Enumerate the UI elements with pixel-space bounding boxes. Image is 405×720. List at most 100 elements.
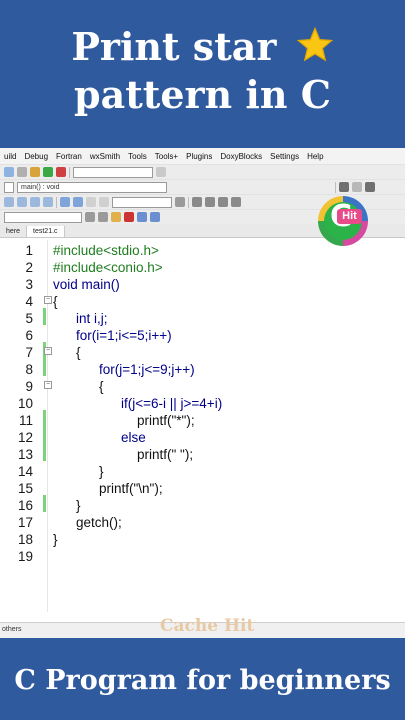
pen-icon[interactable]	[124, 212, 134, 222]
search-combo[interactable]	[112, 196, 172, 208]
line-number: 9	[25, 379, 33, 394]
select-icon[interactable]	[30, 197, 40, 207]
menu-item-settings[interactable]: Settings	[266, 152, 303, 161]
code-line: 2 #include<conio.h>	[0, 259, 405, 276]
code-text: {	[76, 345, 81, 360]
target-options-icon[interactable]	[156, 167, 166, 177]
code-text: getch();	[76, 515, 122, 530]
search-zoom-icon[interactable]	[60, 197, 70, 207]
caption-text: C Program for beginners	[14, 665, 391, 696]
code-completion-toolbar: main() : void	[0, 179, 405, 194]
code-line: 4 {	[0, 293, 405, 310]
code-line: 15 printf("\n");	[0, 480, 405, 497]
logo-badge: Hit	[337, 209, 362, 224]
code-text: {	[53, 294, 58, 309]
code-text: #include<stdio.h>	[53, 243, 159, 258]
menu-item-help[interactable]: Help	[303, 152, 327, 161]
status-text: others	[2, 626, 22, 633]
title-line-2: pattern in C	[74, 72, 331, 117]
tab-here[interactable]: here	[0, 226, 28, 237]
debug-stop-icon[interactable]	[231, 197, 241, 207]
jump-stop-icon[interactable]	[352, 182, 362, 192]
highlight-icon[interactable]	[111, 212, 121, 222]
scope-arrow[interactable]	[4, 181, 14, 193]
code-text: for(j=1;j<=9;j++)	[99, 362, 195, 377]
menu-item-tools[interactable]: Tools	[124, 152, 151, 161]
line-number: 11	[18, 413, 33, 428]
star-icon	[296, 26, 333, 62]
menu-item-doxyblocks[interactable]: DoxyBlocks	[216, 152, 266, 161]
code-line: 3 void main()	[0, 276, 405, 293]
title-line-1: Print star	[71, 23, 333, 71]
symbol-combo[interactable]	[4, 211, 82, 223]
find-icon[interactable]	[17, 167, 27, 177]
replace-icon[interactable]	[43, 197, 53, 207]
toolbar-separator	[335, 181, 336, 193]
code-editor[interactable]: − − − 1 #include<stdio.h> 2 #include<con…	[0, 240, 405, 612]
menu-item-build[interactable]: uild	[0, 152, 20, 161]
debug-step-icon[interactable]	[205, 197, 215, 207]
c-format-icon[interactable]	[99, 197, 109, 207]
line-number: 17	[17, 515, 33, 530]
settings-icon[interactable]	[30, 167, 40, 177]
channel-logo: C Hit	[318, 196, 368, 246]
menu-item-tools-plus[interactable]: Tools+	[151, 152, 182, 161]
search-zoom-out-icon[interactable]	[73, 197, 83, 207]
caption-banner: C Program for beginners	[0, 641, 405, 720]
line-number: 3	[25, 277, 33, 292]
code-line: 19	[0, 548, 405, 565]
code-line: 12 else	[0, 429, 405, 446]
tab-test21[interactable]: test21.c	[27, 226, 65, 237]
debug-next-icon[interactable]	[218, 197, 228, 207]
menu-item-wxsmith[interactable]: wxSmith	[86, 152, 124, 161]
zoom-out-icon[interactable]	[17, 197, 27, 207]
line-number: 4	[25, 294, 33, 309]
zoom-in-icon[interactable]	[4, 197, 14, 207]
line-number: 18	[17, 532, 33, 547]
abort-icon[interactable]	[56, 167, 66, 177]
code-text: printf("*");	[137, 413, 195, 428]
code-line: 11 printf("*");	[0, 412, 405, 429]
jump-back-icon[interactable]	[339, 182, 349, 192]
code-line: 7 {	[0, 344, 405, 361]
back-icon[interactable]	[85, 212, 95, 222]
line-number: 15	[17, 481, 33, 496]
code-text: if(j<=6-i || j>=4+i)	[121, 396, 223, 411]
code-line: 18 }	[0, 531, 405, 548]
open-icon[interactable]	[4, 167, 14, 177]
toolbar-separator	[56, 196, 57, 208]
code-text: {	[99, 379, 104, 394]
abc-icon[interactable]	[137, 212, 147, 222]
forward-icon[interactable]	[98, 212, 108, 222]
code-text: }	[76, 498, 81, 513]
code-line: 10 if(j<=6-i || j>=4+i)	[0, 395, 405, 412]
code-text: for(i=1;i<=5;i++)	[76, 328, 172, 343]
menu-item-fortran[interactable]: Fortran	[52, 152, 86, 161]
run-icon[interactable]	[43, 167, 53, 177]
jump-forward-icon[interactable]	[365, 182, 375, 192]
title-text-1: Print star	[71, 24, 277, 69]
build-toolbar	[0, 164, 405, 179]
toolbar-separator	[69, 166, 70, 178]
code-line: 17 getch();	[0, 514, 405, 531]
scope-combo[interactable]: main() : void	[17, 181, 167, 193]
menu-item-plugins[interactable]: Plugins	[182, 152, 216, 161]
menu-item-debug[interactable]: Debug	[20, 152, 52, 161]
code-text: printf("\n");	[99, 481, 163, 496]
line-number: 12	[17, 430, 33, 445]
spell-icon[interactable]	[150, 212, 160, 222]
menu-bar: uild Debug Fortran wxSmith Tools Tools+ …	[0, 148, 405, 164]
code-line: 5 int i,j;	[0, 310, 405, 327]
line-number: 10	[17, 396, 33, 411]
code-line: 9 {	[0, 378, 405, 395]
debug-run-icon[interactable]	[192, 197, 202, 207]
search-go-icon[interactable]	[175, 197, 185, 207]
code-text: else	[121, 430, 146, 445]
build-target-combo[interactable]	[73, 166, 153, 178]
title-banner: Print star pattern in C	[0, 0, 405, 142]
line-number: 5	[25, 311, 33, 326]
code-line: 6 for(i=1;i<=5;i++)	[0, 327, 405, 344]
code-text: printf(" ");	[137, 447, 194, 462]
s-format-icon[interactable]	[86, 197, 96, 207]
line-number: 16	[17, 498, 33, 513]
